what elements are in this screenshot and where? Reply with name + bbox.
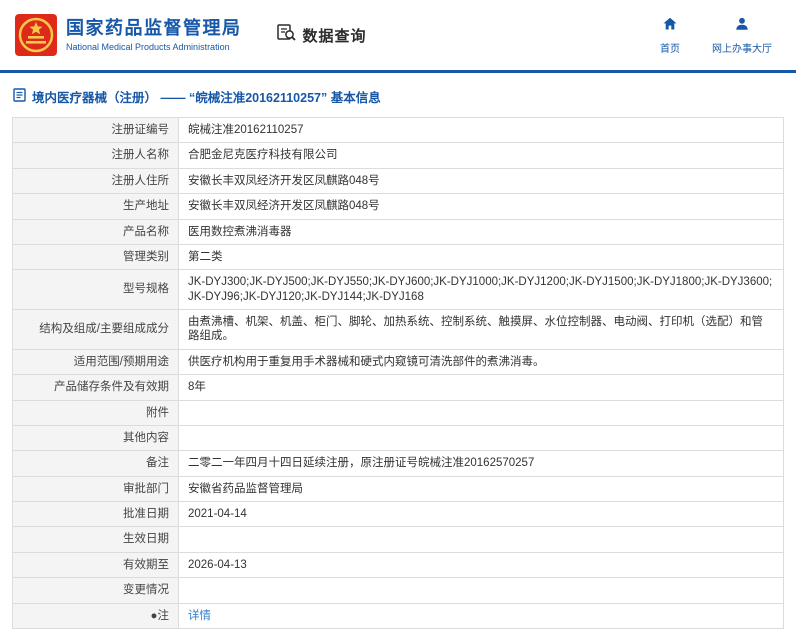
table-row: 注册人住所 安徽长丰双凤经济开发区凤麒路048号 (12, 167, 784, 195)
table-row: 备注 二零二一年四月十四日延续注册，原注册证号皖械注准20162570257 (12, 450, 784, 477)
row-label: 适用范围/预期用途 (12, 348, 179, 376)
row-value: 安徽省药品监督管理局 (178, 475, 784, 503)
row-label: 批准日期 (12, 500, 179, 528)
top-nav: 首页 网上办事大厅 (660, 16, 772, 55)
nav-home[interactable]: 首页 (660, 16, 680, 55)
row-label: 生效日期 (12, 526, 179, 553)
document-icon (13, 88, 26, 105)
row-label: 有效期至 (12, 551, 179, 579)
row-value: 安徽长丰双凤经济开发区凤麒路048号 (178, 193, 784, 220)
table-row: 产品储存条件及有效期 8年 (12, 374, 784, 401)
table-row: 附件 (12, 399, 784, 426)
section-title-wrap: 数据查询 (276, 22, 367, 48)
row-label: 审批部门 (12, 475, 179, 503)
row-label: 注册人住所 (12, 167, 179, 195)
person-icon (734, 16, 750, 37)
row-label: ●注 (12, 602, 179, 629)
row-value (178, 399, 784, 426)
header: 国家药品监督管理局 National Medical Products Admi… (0, 0, 796, 70)
row-label: 注册证编号 (12, 116, 179, 144)
agency-name-en: National Medical Products Administration (66, 42, 230, 53)
breadcrumb: 境内医疗器械（注册） —— “皖械注准20162110257” 基本信息 (0, 73, 796, 115)
row-label: 型号规格 (12, 269, 179, 310)
row-value: 详情 (178, 602, 784, 629)
table-row: 型号规格 JK-DYJ300;JK-DYJ500;JK-DYJ550;JK-DY… (12, 269, 784, 310)
row-value: 由煮沸槽、机架、机盖、柜门、脚轮、加热系统、控制系统、触摸屏、水位控制器、电动阀… (178, 309, 784, 350)
brand: 国家药品监督管理局 National Medical Products Admi… (14, 13, 242, 57)
table-row: 适用范围/预期用途 供医疗机构用于重复用手术器械和硬式内窥镜可清洗部件的煮沸消毒… (12, 348, 784, 376)
table-row: 注册证编号 皖械注准20162110257 (12, 116, 784, 144)
details-link[interactable]: 详情 (188, 610, 211, 622)
table-row: 审批部门 安徽省药品监督管理局 (12, 475, 784, 503)
table-row: 生效日期 (12, 526, 784, 553)
table-row: 批准日期 2021-04-14 (12, 500, 784, 528)
row-label: 管理类别 (12, 243, 179, 271)
registration-info-table: 注册证编号 皖械注准20162110257 注册人名称 合肥金尼克医疗科技有限公… (12, 116, 784, 629)
table-row: 其他内容 (12, 424, 784, 452)
row-value: 医用数控煮沸消毒器 (178, 218, 784, 245)
brand-text: 国家药品监督管理局 National Medical Products Admi… (66, 18, 242, 53)
row-label: 注册人名称 (12, 142, 179, 169)
row-label: 产品储存条件及有效期 (12, 374, 179, 401)
row-label: 备注 (12, 450, 179, 477)
row-value (178, 577, 784, 604)
table-row: 生产地址 安徽长丰双凤经济开发区凤麒路048号 (12, 193, 784, 220)
row-value: 皖械注准20162110257 (178, 116, 784, 144)
nav-service-hall[interactable]: 网上办事大厅 (712, 16, 772, 55)
breadcrumb-text: 境内医疗器械（注册） —— “皖械注准20162110257” 基本信息 (32, 91, 381, 105)
national-emblem-icon (14, 13, 58, 57)
home-icon (662, 16, 678, 37)
table-row: 注册人名称 合肥金尼克医疗科技有限公司 (12, 142, 784, 169)
table-row: 变更情况 (12, 577, 784, 604)
row-label: 变更情况 (12, 577, 179, 604)
table-row: 产品名称 医用数控煮沸消毒器 (12, 218, 784, 245)
row-value: 2026-04-13 (178, 551, 784, 579)
row-label: 其他内容 (12, 424, 179, 452)
row-value: 供医疗机构用于重复用手术器械和硬式内窥镜可清洗部件的煮沸消毒。 (178, 348, 784, 376)
table-row: 结构及组成/主要组成成分 由煮沸槽、机架、机盖、柜门、脚轮、加热系统、控制系统、… (12, 309, 784, 350)
row-value: 第二类 (178, 243, 784, 271)
row-label: 产品名称 (12, 218, 179, 245)
row-value (178, 526, 784, 553)
row-value: 2021-04-14 (178, 500, 784, 528)
row-label: 生产地址 (12, 193, 179, 220)
section-title: 数据查询 (302, 27, 367, 45)
row-value: JK-DYJ300;JK-DYJ500;JK-DYJ550;JK-DYJ600;… (178, 269, 784, 310)
row-value: 合肥金尼克医疗科技有限公司 (178, 142, 784, 169)
table-row: 有效期至 2026-04-13 (12, 551, 784, 579)
row-value: 8年 (178, 374, 784, 401)
table-row: ●注 详情 (12, 602, 784, 629)
row-value: 二零二一年四月十四日延续注册，原注册证号皖械注准20162570257 (178, 450, 784, 477)
row-label: 结构及组成/主要组成成分 (12, 309, 179, 350)
table-row: 管理类别 第二类 (12, 243, 784, 271)
nav-service-hall-label: 网上办事大厅 (712, 43, 772, 55)
nav-home-label: 首页 (660, 43, 680, 55)
row-label: 附件 (12, 399, 179, 426)
data-query-icon (276, 22, 297, 48)
row-value (178, 424, 784, 452)
agency-name-cn: 国家药品监督管理局 (66, 17, 242, 38)
row-value: 安徽长丰双凤经济开发区凤麒路048号 (178, 167, 784, 195)
